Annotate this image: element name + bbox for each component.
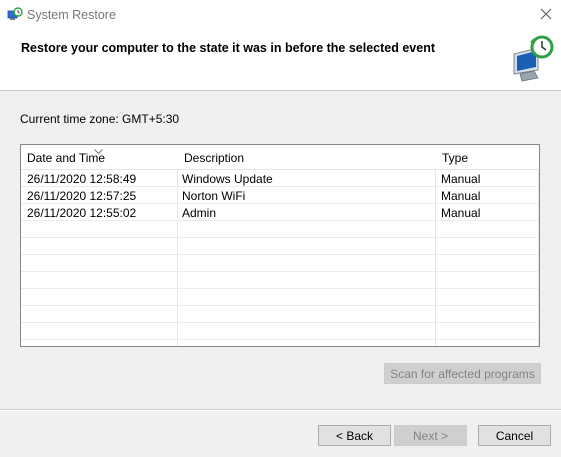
row-date: 26/11/2020 12:55:02 — [27, 206, 137, 220]
back-button[interactable]: < Back — [318, 425, 391, 446]
row-divider — [21, 271, 539, 272]
table-row[interactable]: 26/11/2020 12:58:49 Windows Update Manua… — [21, 170, 539, 187]
row-type: Manual — [441, 206, 481, 220]
computer-restore-clock-icon — [508, 34, 556, 82]
column-header-label: Description — [184, 151, 245, 165]
page-heading: Restore your computer to the state it wa… — [21, 41, 435, 55]
row-divider — [21, 237, 539, 238]
row-divider — [21, 203, 539, 204]
row-divider — [21, 288, 539, 289]
row-divider — [21, 322, 539, 323]
cancel-button[interactable]: Cancel — [478, 425, 551, 446]
row-type: Manual — [441, 189, 481, 203]
row-date: 26/11/2020 12:57:25 — [27, 189, 137, 203]
footer-divider — [0, 409, 561, 411]
table-row[interactable]: 26/11/2020 12:57:25 Norton WiFi Manual — [21, 187, 539, 204]
row-description: Windows Update — [182, 172, 273, 186]
row-date: 26/11/2020 12:58:49 — [27, 172, 137, 186]
row-divider — [21, 186, 539, 187]
table-row[interactable]: 26/11/2020 12:55:02 Admin Manual — [21, 204, 539, 221]
row-divider — [21, 254, 539, 255]
column-header-description[interactable]: Description — [178, 145, 436, 169]
next-button[interactable]: Next > — [394, 425, 467, 446]
title-bar: System Restore — [0, 0, 561, 30]
scan-affected-programs-button[interactable]: Scan for affected programs — [384, 363, 541, 384]
column-header-label: Type — [442, 151, 469, 165]
row-type: Manual — [441, 172, 481, 186]
row-divider — [21, 305, 539, 306]
column-header-type[interactable]: Type — [436, 145, 539, 169]
timezone-label: Current time zone: GMT+5:30 — [20, 112, 180, 126]
wizard-header: Restore your computer to the state it wa… — [0, 30, 561, 91]
row-divider — [21, 220, 539, 221]
system-restore-icon — [7, 7, 23, 23]
close-icon — [540, 8, 552, 23]
close-button[interactable] — [531, 0, 561, 30]
row-divider — [21, 339, 539, 340]
window-title: System Restore — [27, 8, 116, 22]
column-header-label: Date and Time — [27, 151, 106, 165]
row-description: Norton WiFi — [182, 189, 246, 203]
row-description: Admin — [182, 206, 217, 220]
list-header: Date and Time Description Type — [21, 145, 539, 170]
column-header-date[interactable]: Date and Time — [21, 145, 178, 169]
restore-points-list[interactable]: Date and Time Description Type 26/11/202… — [20, 144, 540, 347]
